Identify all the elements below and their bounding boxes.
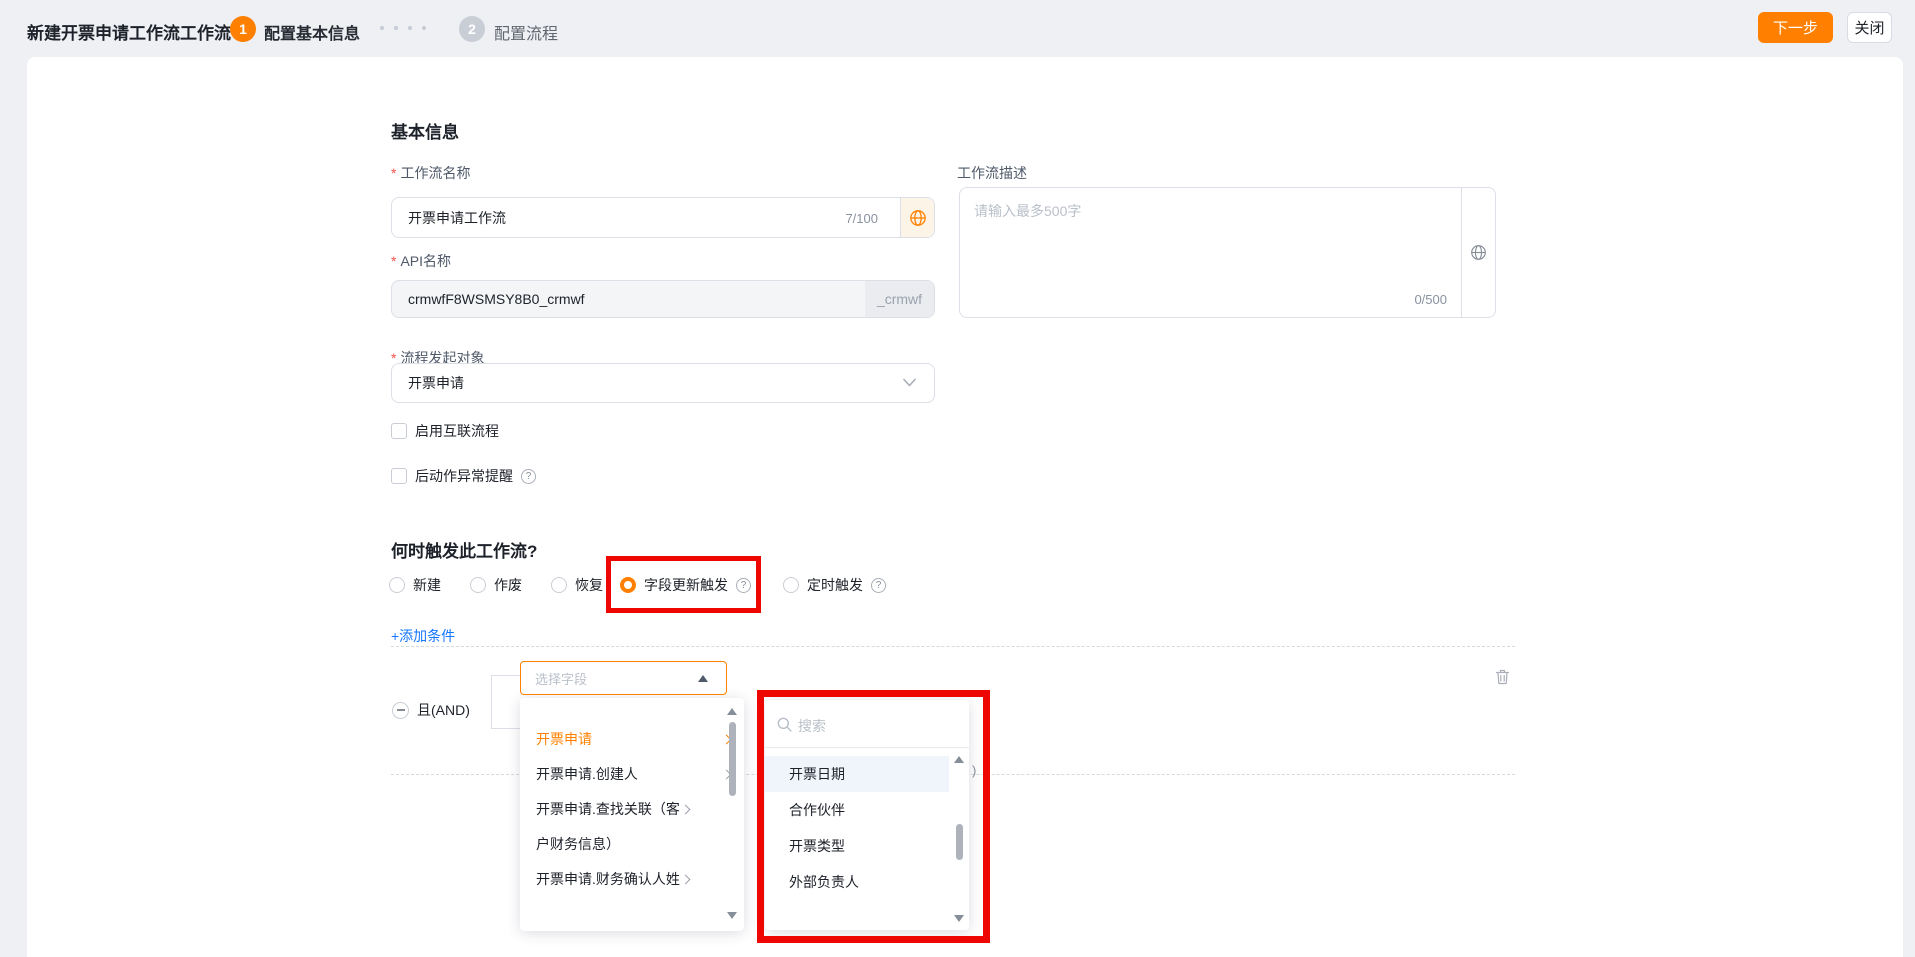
step-2-number: 2 <box>468 21 476 37</box>
chevron-right-icon <box>680 804 690 814</box>
option-invoice-type[interactable]: 开票类型 <box>789 828 955 864</box>
field-menu-panel: 开票申请 开票申请.创建人 开票申请.查找关联（客 户财务信息） 开票申请.财务… <box>520 698 744 931</box>
globe-icon <box>909 209 927 227</box>
checkbox-icon[interactable] <box>391 423 407 439</box>
description-label: 工作流描述 <box>957 163 1027 183</box>
option-partner[interactable]: 合作伙伴 <box>789 792 955 828</box>
help-icon[interactable]: ? <box>521 469 536 484</box>
radio-option-scheduled[interactable]: 定时触发 ? <box>783 577 886 593</box>
post-action-checkbox-row[interactable]: 后动作异常提醒 ? <box>391 468 536 484</box>
search-icon <box>777 717 792 732</box>
required-asterisk: * <box>391 253 396 269</box>
description-placeholder: 请输入最多500字 <box>974 201 1081 221</box>
chevron-down-icon <box>903 378 916 387</box>
scroll-down-icon[interactable] <box>954 915 964 922</box>
menu-item-finance-confirmer[interactable]: 开票申请.财务确认人姓 <box>536 862 730 896</box>
required-asterisk: * <box>391 165 396 181</box>
condition-bracket-line <box>491 675 520 729</box>
step-separator-dot <box>380 26 384 30</box>
translate-globe-button[interactable] <box>900 198 934 237</box>
obscured-text-fragment: ) <box>972 763 976 778</box>
page-title: 新建开票申请工作流工作流 <box>27 19 231 44</box>
radio-label: 恢复 <box>575 575 603 595</box>
triangle-up-icon <box>698 675 708 682</box>
scrollbar-thumb[interactable] <box>956 824 963 860</box>
step-1-label: 配置基本信息 <box>264 20 360 44</box>
help-icon[interactable]: ? <box>871 578 886 593</box>
radio-icon[interactable] <box>783 577 799 593</box>
section-title-basic-info: 基本信息 <box>391 118 459 143</box>
scroll-up-icon[interactable] <box>954 756 964 763</box>
api-name-label: *API名称 <box>391 251 451 271</box>
radio-icon[interactable] <box>470 577 486 593</box>
menu-item-lookup-relation[interactable]: 开票申请.查找关联（客 <box>536 792 730 826</box>
trigger-section-heading: 何时触发此工作流? <box>391 537 537 562</box>
interconnect-checkbox-row[interactable]: 启用互联流程 <box>391 423 499 439</box>
radio-option-field-update[interactable]: 字段更新触发 ? <box>620 577 751 593</box>
field-options-panel: 搜索 开票日期 合作伙伴 开票类型 外部负责人 <box>765 700 969 930</box>
radio-option-invalidate[interactable]: 作废 <box>470 577 522 593</box>
condition-logic-label: 且(AND) <box>417 700 470 720</box>
step-separator-dot <box>422 26 426 30</box>
globe-icon <box>1470 244 1487 261</box>
trigger-object-value: 开票申请 <box>408 373 464 393</box>
workflow-name-input[interactable]: 开票申请工作流 7/100 <box>391 197 935 238</box>
step-1-indicator: 1 <box>230 16 256 42</box>
step-1-number: 1 <box>239 21 247 37</box>
radio-icon[interactable] <box>389 577 405 593</box>
trigger-object-select[interactable]: 开票申请 <box>391 363 935 403</box>
checkbox-icon[interactable] <box>391 468 407 484</box>
chevron-right-icon <box>680 874 690 884</box>
add-condition-link[interactable]: +添加条件 <box>391 626 455 646</box>
step-2-label: 配置流程 <box>494 20 558 44</box>
radio-icon[interactable] <box>551 577 567 593</box>
search-input[interactable]: 搜索 <box>798 716 826 736</box>
workflow-name-label: *工作流名称 <box>391 163 470 183</box>
menu-item-invoice-request[interactable]: 开票申请 <box>536 722 730 756</box>
api-name-input: crmwfF8WSMSY8B0_crmwf _crmwf <box>391 280 935 318</box>
radio-label: 字段更新触发 <box>644 575 728 595</box>
delete-condition-icon[interactable] <box>1494 668 1511 686</box>
collapse-minus-icon[interactable] <box>392 702 409 719</box>
menu-item-lookup-relation-wrap[interactable]: 户财务信息） <box>536 827 730 861</box>
search-divider <box>765 747 969 748</box>
next-step-button[interactable]: 下一步 <box>1758 12 1833 43</box>
scroll-down-icon[interactable] <box>727 912 737 919</box>
help-icon[interactable]: ? <box>736 578 751 593</box>
option-external-owner[interactable]: 外部负责人 <box>789 864 955 900</box>
radio-option-restore[interactable]: 恢复 <box>551 577 603 593</box>
api-name-suffix: _crmwf <box>865 281 934 317</box>
radio-label: 作废 <box>494 575 522 595</box>
step-separator-dot <box>408 26 412 30</box>
radio-label: 新建 <box>413 575 441 595</box>
step-separator-dot <box>394 26 398 30</box>
description-textarea[interactable]: 请输入最多500字 0/500 <box>959 187 1496 318</box>
radio-icon-selected[interactable] <box>620 577 636 593</box>
scrollbar[interactable] <box>953 750 965 926</box>
condition-logic-group[interactable]: 且(AND) <box>392 702 470 718</box>
scroll-up-icon[interactable] <box>727 708 737 715</box>
field-select-placeholder: 选择字段 <box>535 669 587 688</box>
scrollbar-thumb[interactable] <box>729 722 736 796</box>
api-name-value: crmwfF8WSMSY8B0_crmwf <box>408 291 585 307</box>
field-select-combobox[interactable]: 选择字段 <box>520 661 727 695</box>
workflow-name-value: 开票申请工作流 <box>408 208 506 228</box>
translate-globe-button[interactable] <box>1461 188 1495 317</box>
radio-option-create[interactable]: 新建 <box>389 577 441 593</box>
close-button[interactable]: 关闭 <box>1847 12 1892 43</box>
scrollbar[interactable] <box>726 698 738 931</box>
post-action-checkbox-label: 后动作异常提醒 <box>415 466 513 486</box>
option-invoice-date[interactable]: 开票日期 <box>765 756 949 792</box>
radio-label: 定时触发 <box>807 575 863 595</box>
description-counter: 0/500 <box>1414 292 1447 307</box>
interconnect-checkbox-label: 启用互联流程 <box>415 421 499 441</box>
menu-item-creator[interactable]: 开票申请.创建人 <box>536 757 730 791</box>
dashed-divider <box>391 646 1515 647</box>
workflow-name-counter: 7/100 <box>845 211 878 226</box>
step-2-indicator: 2 <box>459 16 485 42</box>
